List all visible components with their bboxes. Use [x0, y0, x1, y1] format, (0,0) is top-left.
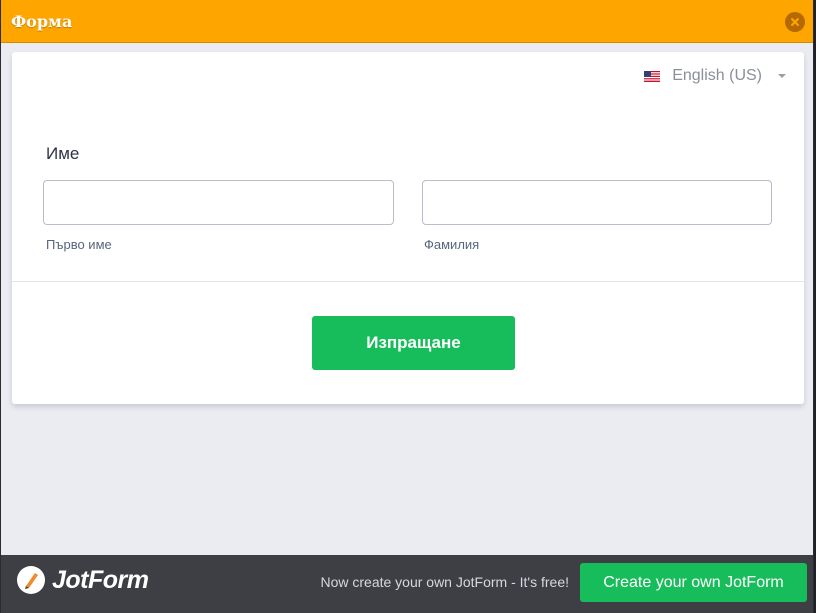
- form-card: English (US) Име Първо име Фамилия Изпра…: [12, 52, 804, 404]
- submit-button[interactable]: Изпращане: [312, 316, 515, 370]
- promo-text: Now create your own JotForm - It's free!: [320, 574, 569, 590]
- jotform-logo[interactable]: JotForm: [16, 565, 149, 595]
- first-name-sublabel: Първо име: [46, 237, 112, 252]
- first-name-input[interactable]: [43, 180, 394, 225]
- title-bar: Форма: [1, 0, 813, 43]
- create-jotform-button[interactable]: Create your own JotForm: [580, 563, 807, 602]
- footer-bar: JotForm Now create your own JotForm - It…: [1, 555, 813, 613]
- caret-down-icon: [778, 74, 786, 78]
- window-title: Форма: [11, 12, 73, 31]
- jotform-logo-icon: [17, 566, 45, 594]
- close-icon: [791, 18, 799, 26]
- us-flag-icon: [644, 70, 661, 82]
- jotform-logo-text: JotForm: [52, 565, 149, 594]
- close-button[interactable]: [785, 12, 805, 32]
- language-selector[interactable]: English (US): [644, 65, 786, 87]
- name-field-label: Име: [46, 144, 80, 163]
- divider: [12, 281, 804, 282]
- form-window: Форма English (US) Име Първо име Фамилия…: [0, 0, 814, 613]
- last-name-sublabel: Фамилия: [424, 237, 480, 252]
- language-label: English (US): [672, 67, 762, 84]
- last-name-input[interactable]: [422, 180, 772, 225]
